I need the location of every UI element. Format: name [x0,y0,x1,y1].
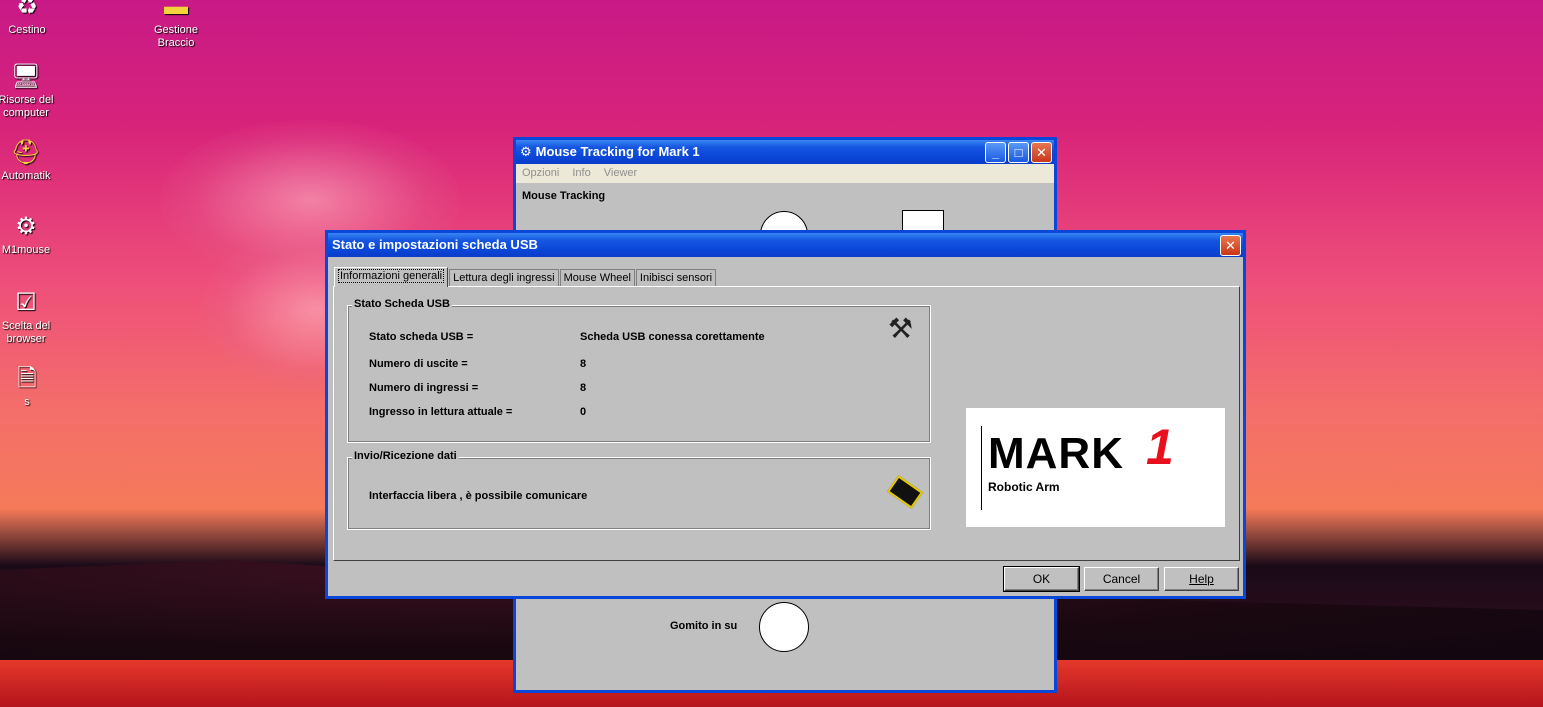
help-button[interactable]: Help [1164,567,1239,591]
current-input-label: Ingresso in lettura attuale = [369,406,513,418]
menubar: Opzioni Info Viewer [516,164,1054,183]
maximize-button[interactable]: □ [1008,142,1029,163]
outputs-value: 8 [580,358,587,370]
desktop-icon-automatik[interactable]: ⛑ Automatik [0,138,56,183]
status-label: Stato scheda USB = [369,331,474,343]
comm-status-text: Interfaccia libera , è possibile comunic… [369,490,588,502]
inputs-label: Numero di ingressi = [369,382,479,394]
gomito-label: Gomito in su [670,620,738,632]
desktop-icon-s[interactable]: 🗎 s [0,364,57,409]
tab-lettura-ingressi[interactable]: Lettura degli ingressi [449,269,559,287]
dialog-title: Stato e impostazioni scheda USB [332,237,538,252]
logo-divider [981,426,982,510]
outputs-label: Numero di uscite = [369,358,468,370]
chip-icon [886,475,924,509]
gomito-circle [759,602,809,652]
menu-opzioni[interactable]: Opzioni [522,167,559,179]
inputs-value: 8 [580,382,587,394]
logo-tagline: Robotic Arm [988,480,1060,494]
dialog-titlebar[interactable]: Stato e impostazioni scheda USB ✕ [328,233,1243,257]
logo-brand: MARK [988,429,1124,478]
text-file-icon: 🗎 [17,365,37,392]
mouse-tracking-group-title: Mouse Tracking [522,190,606,202]
close-button[interactable]: ✕ [1031,142,1052,163]
usb-settings-dialog[interactable]: Stato e impostazioni scheda USB ✕ Inform… [325,230,1246,599]
comm-group-title: Invio/Ricezione dati [352,450,459,462]
logo-number: 1 [1146,419,1174,475]
dialog-close-button[interactable]: ✕ [1220,235,1241,256]
gear-icon: ⚙ [15,213,37,240]
mark1-logo: MARK 1 Robotic Arm [966,408,1225,527]
comm-group: Invio/Ricezione dati Interfaccia libera … [347,450,931,530]
status-value: Scheda USB conessa corettamente [580,331,765,343]
status-group-title: Stato Scheda USB [352,298,452,310]
status-group: Stato Scheda USB Stato scheda USB = Sche… [347,298,931,443]
tab-mouse-wheel[interactable]: Mouse Wheel [559,269,635,287]
desktop-icon-my-computer[interactable]: 🖥 Risorse del computer [0,62,56,120]
checklist-icon: ☑ [15,289,37,316]
recycle-bin-icon: ♻ [16,0,38,20]
cancel-button[interactable]: Cancel [1084,567,1159,591]
tools-icon: ⚒ [888,313,914,344]
computer-icon: 🖥 [10,63,42,90]
menu-info[interactable]: Info [572,167,590,179]
desktop-icon-recycle-bin[interactable]: ♻ Cestino [0,0,57,37]
window-title: Mouse Tracking for Mark 1 [535,144,700,159]
app-gear-icon: ⚙ [520,144,532,159]
current-input-value: 0 [580,406,587,418]
mouse-tracking-titlebar[interactable]: ⚙ Mouse Tracking for Mark 1 _ □ ✕ [516,140,1054,164]
tab-inibisci-sensori[interactable]: Inibisci sensori [635,269,717,287]
tab-panel: Stato Scheda USB Stato scheda USB = Sche… [333,286,1240,561]
tab-strip: Informazioni generali Lettura degli ingr… [334,267,717,287]
desktop-icon-browser-choice[interactable]: ☑ Scelta del browser [0,288,56,346]
minimize-button[interactable]: _ [985,142,1006,163]
desktop-icon-gestione-braccio[interactable]: ▬ Gestione Braccio [146,0,206,50]
desktop-icon-m1mouse[interactable]: ⚙ M1mouse [0,212,56,257]
menu-viewer[interactable]: Viewer [604,167,637,179]
hardhat-icon: ⛑ [10,139,42,166]
ok-button[interactable]: OK [1003,566,1080,592]
folder-icon: ▬ [164,0,188,20]
tab-informazioni-generali[interactable]: Informazioni generali [334,267,449,287]
